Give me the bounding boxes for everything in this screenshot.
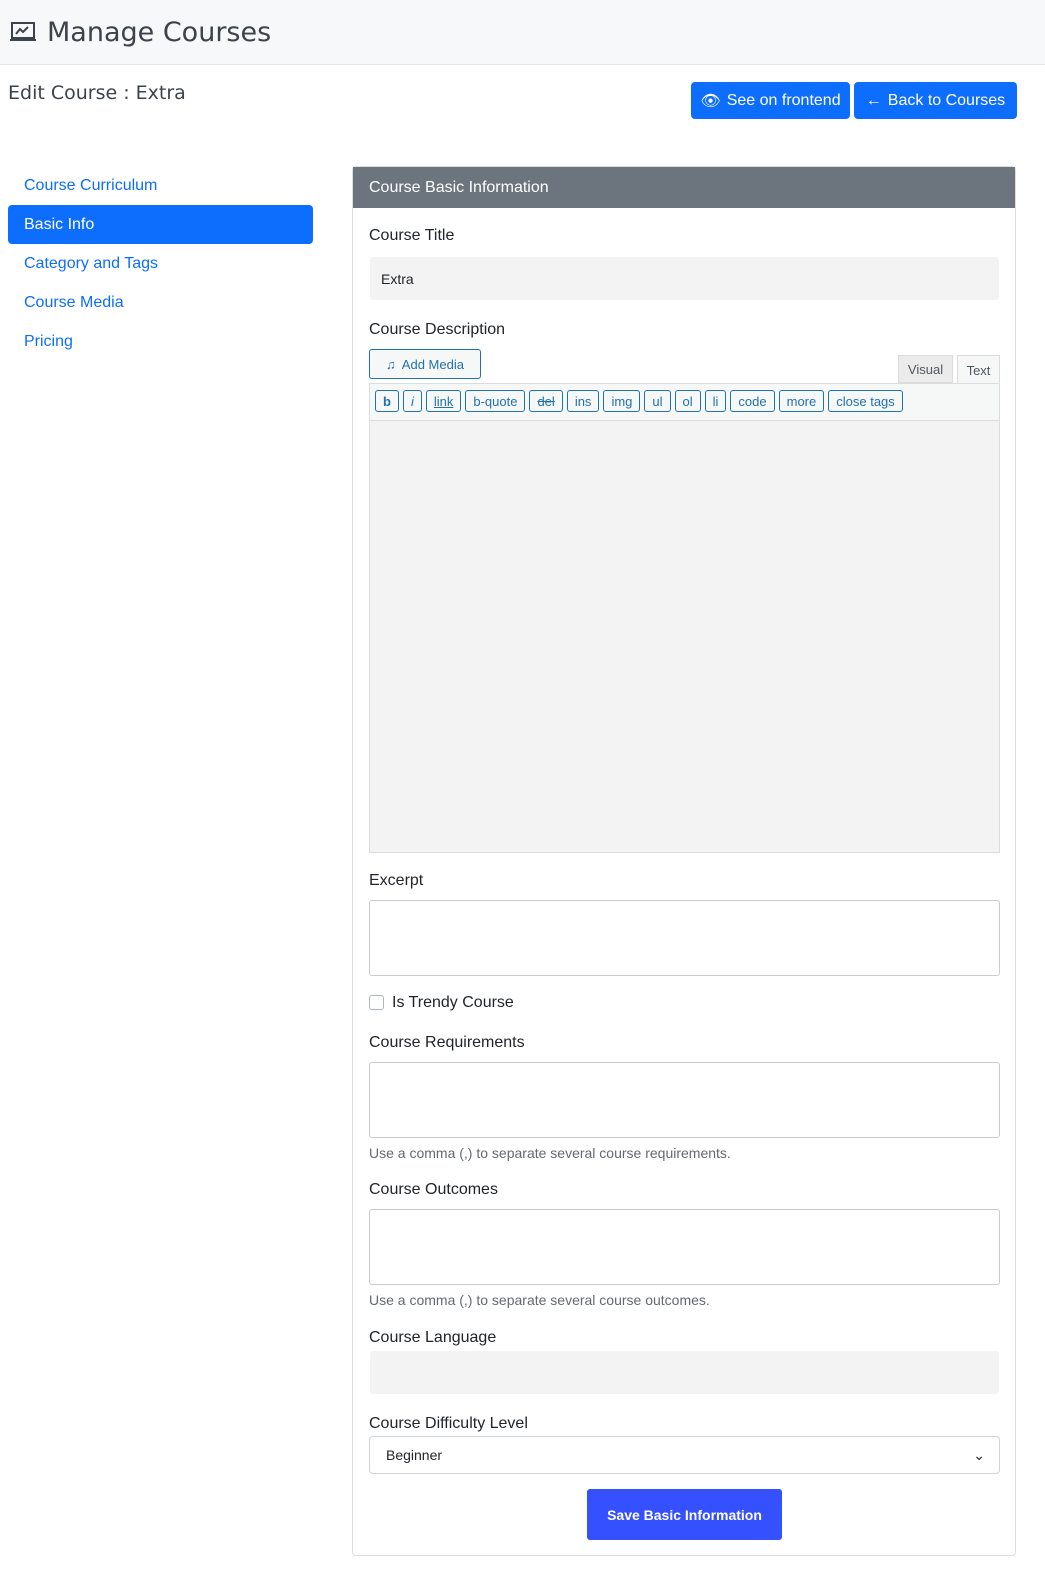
language-input[interactable] bbox=[370, 1351, 999, 1394]
tab-text[interactable]: Text bbox=[957, 355, 1000, 384]
sidebar-item-course-media[interactable]: Course Media bbox=[8, 283, 313, 322]
chevron-down-icon: ⌄ bbox=[973, 1446, 985, 1463]
page-title: Manage Courses bbox=[47, 16, 272, 48]
save-basic-info-button[interactable]: Save Basic Information bbox=[587, 1489, 782, 1540]
outcomes-label: Course Outcomes bbox=[369, 1181, 498, 1198]
quicktag-ol-button[interactable]: ol bbox=[674, 390, 701, 412]
add-media-button[interactable]: ♫ Add Media bbox=[369, 349, 481, 379]
language-label: Course Language bbox=[369, 1329, 497, 1346]
outcomes-textarea[interactable] bbox=[369, 1209, 1000, 1285]
quicktag-i-button[interactable]: i bbox=[402, 390, 422, 412]
trendy-label: Is Trendy Course bbox=[392, 994, 514, 1011]
course-title-input[interactable]: Extra bbox=[370, 257, 999, 300]
quicktags-toolbar: b i link b-quote del ins img ul ol li code more clos… bbox=[370, 384, 999, 421]
card-header: Course Basic Information bbox=[353, 167, 1015, 208]
quicktag-ul-button[interactable]: ul bbox=[644, 390, 671, 412]
eye-icon: 👁 bbox=[700, 92, 721, 110]
quicktag-more-button[interactable]: more bbox=[778, 390, 825, 412]
quicktag-img-button[interactable]: img bbox=[603, 390, 641, 412]
presentation-chart-icon bbox=[10, 22, 36, 41]
quicktag-ins-button[interactable]: ins bbox=[566, 390, 600, 412]
description-editor: b i link b-quote del ins img ul ol li code more clos… bbox=[369, 383, 1000, 853]
quicktag-close-tags-button[interactable]: close tags bbox=[828, 390, 903, 412]
media-icon: ♫ bbox=[386, 356, 396, 372]
trendy-checkbox[interactable] bbox=[369, 995, 384, 1010]
requirements-help: Use a comma (,) to separate several cour… bbox=[369, 1145, 731, 1161]
sidebar: Course Curriculum Basic Info Category an… bbox=[8, 166, 313, 361]
sidebar-item-pricing[interactable]: Pricing bbox=[8, 322, 313, 361]
excerpt-textarea[interactable] bbox=[369, 900, 1000, 976]
quicktag-link-button[interactable]: link bbox=[425, 390, 462, 412]
course-title-label: Course Title bbox=[369, 227, 455, 244]
quicktag-code-button[interactable]: code bbox=[730, 390, 775, 412]
arrow-left-icon: ← bbox=[865, 91, 882, 109]
sidebar-item-category-tags[interactable]: Category and Tags bbox=[8, 244, 313, 283]
quicktag-b-button[interactable]: b bbox=[375, 390, 399, 412]
description-textarea[interactable] bbox=[370, 421, 999, 851]
difficulty-select[interactable]: Beginner ⌄ bbox=[369, 1436, 1000, 1474]
excerpt-label: Excerpt bbox=[369, 872, 424, 889]
course-description-label: Course Description bbox=[369, 321, 506, 338]
requirements-label: Course Requirements bbox=[369, 1034, 525, 1051]
quicktag-li-button[interactable]: li bbox=[704, 390, 727, 412]
tab-visual[interactable]: Visual bbox=[898, 355, 953, 383]
difficulty-label: Course Difficulty Level bbox=[369, 1415, 528, 1432]
sidebar-item-course-curriculum[interactable]: Course Curriculum bbox=[8, 166, 313, 205]
quicktag-b-quote-button[interactable]: b-quote bbox=[465, 390, 526, 412]
outcomes-help: Use a comma (,) to separate several cour… bbox=[369, 1292, 710, 1308]
back-to-courses-button[interactable]: ← Back to Courses bbox=[854, 82, 1017, 119]
see-on-frontend-button[interactable]: 👁 See on frontend bbox=[691, 82, 850, 119]
edit-course-heading: Edit Course : Extra bbox=[8, 82, 186, 104]
top-bar: Manage Courses bbox=[0, 0, 1045, 65]
basic-info-card: Course Basic Information Course Title Ex… bbox=[352, 166, 1016, 1556]
sidebar-item-basic-info[interactable]: Basic Info bbox=[8, 205, 313, 244]
requirements-textarea[interactable] bbox=[369, 1062, 1000, 1138]
quicktag-del-button[interactable]: del bbox=[529, 390, 563, 412]
